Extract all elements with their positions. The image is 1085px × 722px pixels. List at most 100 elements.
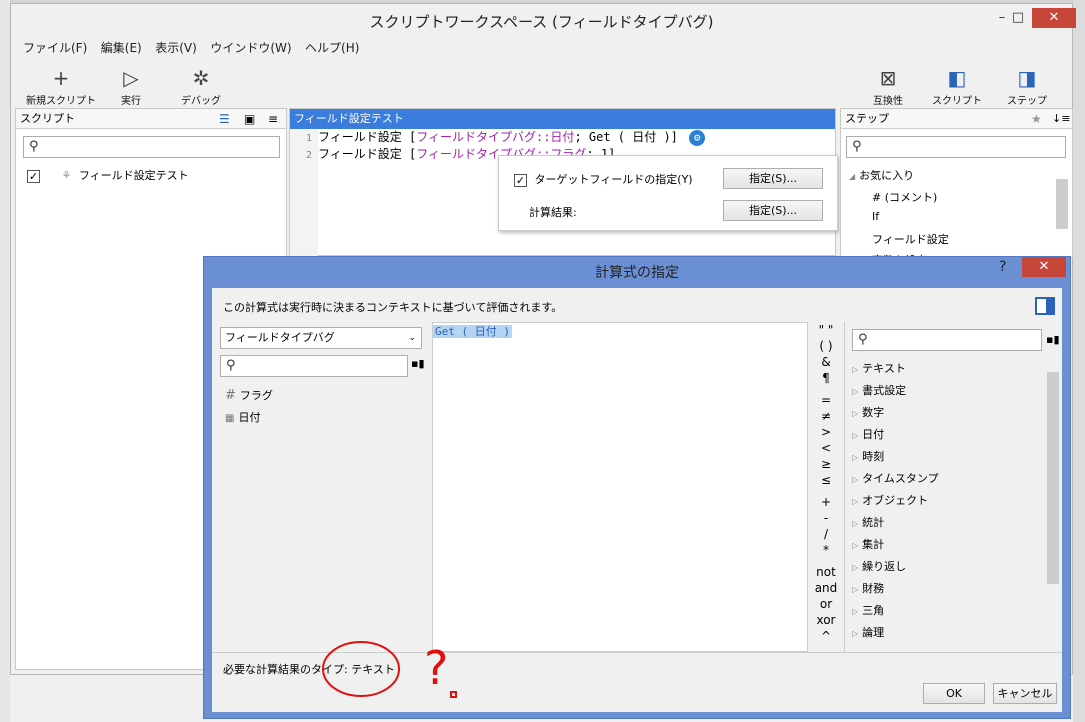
- operator-button[interactable]: ^: [812, 628, 840, 644]
- operator-button[interactable]: ¶: [812, 370, 840, 386]
- function-category[interactable]: ▷ 集計: [852, 534, 1042, 556]
- collapsed-triangle-icon: ▷: [852, 585, 859, 594]
- script-list-item[interactable]: ✓ ⚘ フィールド設定テスト: [27, 167, 189, 183]
- gear-icon[interactable]: ⚙: [689, 130, 706, 146]
- operator-button[interactable]: -: [812, 510, 840, 526]
- field-item-date[interactable]: ▦ 日付: [225, 407, 273, 429]
- ok-button[interactable]: OK: [923, 683, 985, 704]
- collapsed-triangle-icon: ▷: [852, 431, 859, 440]
- script-search-input[interactable]: ⚲: [23, 136, 280, 158]
- menu-edit[interactable]: 編集(E): [101, 39, 142, 56]
- function-category[interactable]: ▷ テキスト: [852, 358, 1042, 380]
- step-item[interactable]: # (コメント): [872, 189, 937, 205]
- scripts-pane-title: スクリプト: [20, 112, 75, 125]
- plus-icon: +: [52, 66, 70, 90]
- function-category[interactable]: ▷ 三角: [852, 600, 1042, 622]
- field-item-flag[interactable]: # フラグ: [225, 385, 273, 407]
- compatibility-button[interactable]: ⊠ 互換性: [853, 64, 923, 107]
- function-category-label: 日付: [862, 428, 885, 441]
- operator-button[interactable]: =: [812, 392, 840, 408]
- functions-scrollbar-thumb[interactable]: [1047, 372, 1059, 584]
- window-title: スクリプトワークスペース (フィールドタイプバグ): [11, 4, 1072, 38]
- dialog-title: 計算式の指定: [595, 265, 679, 281]
- maximize-button[interactable]: □: [1004, 8, 1032, 28]
- help-button[interactable]: ?: [999, 259, 1006, 275]
- run-button[interactable]: ▷ 実行: [96, 64, 166, 107]
- operator-button[interactable]: <: [812, 440, 840, 456]
- function-category[interactable]: ▷ 時刻: [852, 446, 1042, 468]
- field-options-icon[interactable]: ▪▮: [411, 357, 425, 370]
- specify-target-button[interactable]: 指定(S)...: [723, 168, 823, 189]
- search-icon: ⚲: [852, 139, 862, 154]
- dialog-close-button[interactable]: ✕: [1022, 257, 1066, 277]
- menu-view[interactable]: 表示(V): [155, 39, 197, 56]
- new-script-button[interactable]: + 新規スクリプト: [26, 64, 96, 107]
- script-editor-header: フィールド設定テスト: [290, 109, 835, 129]
- function-category[interactable]: ▷ 書式設定: [852, 380, 1042, 402]
- script-line-1[interactable]: 1 フィールド設定 [フィールドタイプバグ::日付; Get ( 日付 )] ⚙: [290, 129, 706, 147]
- function-category[interactable]: ▷ 繰り返し: [852, 556, 1042, 578]
- operator-button[interactable]: not: [812, 564, 840, 580]
- step-text: フィールド設定 [: [318, 130, 417, 144]
- function-options-icon[interactable]: ▪▮: [1046, 333, 1060, 346]
- function-category[interactable]: ▷ 統計: [852, 512, 1042, 534]
- debug-button[interactable]: ✲ デバッグ: [166, 64, 236, 107]
- field-name: フラグ: [239, 389, 273, 402]
- function-category[interactable]: ▷ 数字: [852, 402, 1042, 424]
- steps-toggle-button[interactable]: ◨ ステップ: [992, 64, 1062, 107]
- steps-scrollbar-thumb[interactable]: [1056, 179, 1068, 229]
- menu-window[interactable]: ウインドウ(W): [210, 39, 291, 56]
- sort-icon[interactable]: ↓≡: [1052, 109, 1070, 129]
- cancel-button[interactable]: キャンセル: [993, 683, 1057, 704]
- list-view-icon[interactable]: ☰: [219, 109, 230, 129]
- operator-button[interactable]: and: [812, 580, 840, 596]
- favorites-group[interactable]: ◢ お気に入り: [849, 167, 914, 183]
- function-search-input[interactable]: ⚲: [852, 329, 1042, 351]
- operator-button[interactable]: &: [812, 354, 840, 370]
- search-icon: ⚲: [29, 139, 39, 154]
- operator-button[interactable]: ≤: [812, 472, 840, 488]
- function-category[interactable]: ▷ 論理: [852, 622, 1042, 644]
- chevron-down-icon: ⌄: [408, 333, 416, 343]
- function-category[interactable]: ▷ 財務: [852, 578, 1042, 600]
- function-category[interactable]: ▷ タイムスタンプ: [852, 468, 1042, 490]
- annotation-scribble: ?: [322, 641, 457, 698]
- operator-button[interactable]: +: [812, 494, 840, 510]
- panel-toggle-icon[interactable]: [1035, 297, 1055, 315]
- step-search-input[interactable]: ⚲: [846, 136, 1066, 158]
- collapsed-triangle-icon: ▷: [852, 497, 859, 506]
- table-select[interactable]: フィールドタイプバグ ⌄: [220, 327, 422, 349]
- star-icon[interactable]: ★: [1031, 109, 1042, 129]
- target-field-checkbox[interactable]: ✓: [514, 173, 527, 187]
- menu-file[interactable]: ファイル(F): [23, 39, 87, 56]
- play-icon: ▷: [123, 66, 139, 90]
- collapsed-triangle-icon: ▷: [852, 365, 859, 374]
- function-category[interactable]: ▷ 日付: [852, 424, 1042, 446]
- search-icon: ⚲: [858, 332, 868, 347]
- step-item[interactable]: If: [872, 210, 879, 223]
- search-icon: ⚲: [226, 358, 236, 373]
- menu-help[interactable]: ヘルプ(H): [305, 39, 359, 56]
- scripts-toggle-button[interactable]: ◧ スクリプト: [922, 64, 992, 107]
- specify-calc-button[interactable]: 指定(S)...: [723, 200, 823, 221]
- operator-button[interactable]: or: [812, 596, 840, 612]
- operator-button[interactable]: ≥: [812, 456, 840, 472]
- step-item[interactable]: フィールド設定: [872, 231, 949, 247]
- operator-button[interactable]: ≠: [812, 408, 840, 424]
- operator-button[interactable]: xor: [812, 612, 840, 628]
- operator-button[interactable]: ( ): [812, 338, 840, 354]
- favorites-label: お気に入り: [859, 169, 915, 182]
- close-button[interactable]: ✕: [1032, 8, 1076, 28]
- column-divider: [844, 322, 845, 652]
- operator-button[interactable]: " ": [812, 322, 840, 338]
- script-checkbox[interactable]: ✓: [27, 169, 40, 183]
- field-search-input[interactable]: ⚲: [220, 355, 408, 377]
- operator-button[interactable]: >: [812, 424, 840, 440]
- new-folder-icon[interactable]: ▣: [244, 109, 255, 129]
- operator-button[interactable]: /: [812, 526, 840, 542]
- target-field-option[interactable]: ✓ ターゲットフィールドの指定(Y): [514, 171, 693, 187]
- menu-lines-icon[interactable]: ≡: [268, 109, 278, 129]
- function-category[interactable]: ▷ オブジェクト: [852, 490, 1042, 512]
- formula-editor[interactable]: Get ( 日付 ): [432, 322, 808, 652]
- operator-button[interactable]: *: [812, 542, 840, 558]
